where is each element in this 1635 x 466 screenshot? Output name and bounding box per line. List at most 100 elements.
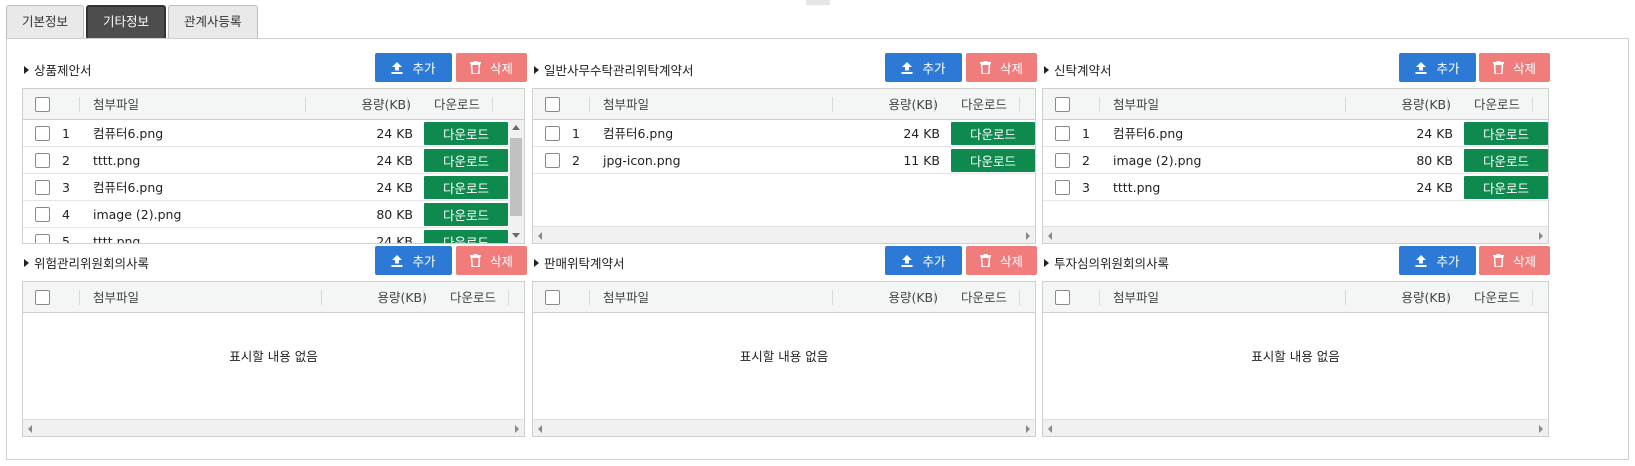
scroll-left-icon[interactable]: [28, 425, 32, 433]
header-divider: [508, 290, 509, 305]
header-download: 다운로드: [1474, 97, 1521, 112]
header-divider: [79, 97, 80, 112]
tab-basic-info[interactable]: 기본정보: [6, 5, 85, 38]
row-checkbox[interactable]: [1055, 126, 1070, 141]
file-grid: 첨부파일 용량(KB) 다운로드 표시할 내용 없음: [532, 281, 1036, 437]
row-checkbox[interactable]: [1055, 180, 1070, 195]
delete-button-label: 삭제: [489, 61, 513, 76]
panel-title-text: 위험관리위원회의사록: [34, 256, 150, 271]
row-checkbox[interactable]: [35, 126, 50, 141]
download-button[interactable]: 다운로드: [951, 149, 1035, 172]
select-all-checkbox[interactable]: [1055, 290, 1070, 305]
delete-button[interactable]: 삭제: [456, 246, 527, 275]
table-row[interactable]: 2 jpg-icon.png 11 KB 다운로드: [533, 147, 1035, 174]
add-button[interactable]: 추가: [375, 246, 452, 275]
delete-button[interactable]: 삭제: [456, 53, 527, 82]
horizontal-scrollbar[interactable]: [533, 419, 1035, 436]
add-button[interactable]: 추가: [885, 246, 962, 275]
download-button[interactable]: 다운로드: [424, 122, 508, 145]
table-row[interactable]: 5 tttt.png 24 KB 다운로드: [23, 228, 510, 244]
panel-product-proposal: 상품제안서 추가 삭제 첨부파일 용량(KB) 다운로드 1 컴퓨터6.png 24 KB 다운로…: [22, 53, 527, 245]
row-checkbox[interactable]: [35, 234, 50, 243]
download-button[interactable]: 다운로드: [1464, 122, 1548, 145]
trash-icon: [979, 254, 1000, 267]
header-divider: [321, 290, 322, 305]
scroll-left-icon[interactable]: [538, 425, 542, 433]
scroll-left-icon[interactable]: [1048, 232, 1052, 240]
add-button[interactable]: 추가: [1399, 53, 1476, 82]
scroll-thumb[interactable]: [510, 138, 522, 216]
scroll-left-icon[interactable]: [1048, 425, 1052, 433]
add-button[interactable]: 추가: [1399, 246, 1476, 275]
file-size: 80 KB: [376, 207, 413, 222]
horizontal-scrollbar[interactable]: [23, 419, 524, 436]
scroll-up-icon[interactable]: [512, 125, 520, 130]
header-file: 첨부파일: [603, 290, 650, 305]
table-row[interactable]: 2 image (2).png 80 KB 다운로드: [1043, 147, 1548, 174]
table-row[interactable]: 1 컴퓨터6.png 24 KB 다운로드: [533, 120, 1035, 147]
header-divider: [79, 290, 80, 305]
row-checkbox[interactable]: [35, 180, 50, 195]
row-checkbox[interactable]: [35, 207, 50, 222]
table-row[interactable]: 3 tttt.png 24 KB 다운로드: [1043, 174, 1548, 201]
file-size: 11 KB: [903, 153, 940, 168]
row-checkbox[interactable]: [1055, 153, 1070, 168]
download-button[interactable]: 다운로드: [424, 176, 508, 199]
table-row[interactable]: 1 컴퓨터6.png 24 KB 다운로드: [1043, 120, 1548, 147]
add-button[interactable]: 추가: [375, 53, 452, 82]
file-name: image (2).png: [93, 207, 182, 222]
download-button[interactable]: 다운로드: [951, 122, 1035, 145]
download-button[interactable]: 다운로드: [424, 149, 508, 172]
select-all-checkbox[interactable]: [35, 97, 50, 112]
tab-other-info[interactable]: 기타정보: [86, 5, 167, 38]
scroll-right-icon[interactable]: [1539, 425, 1543, 433]
table-row[interactable]: 2 tttt.png 24 KB 다운로드: [23, 147, 510, 174]
file-size: 24 KB: [903, 126, 940, 141]
row-checkbox[interactable]: [35, 153, 50, 168]
panel-title: 일반사무수탁관리위탁계약서: [534, 60, 694, 79]
table-row[interactable]: 4 image (2).png 80 KB 다운로드: [23, 201, 510, 228]
row-number: 2: [1082, 153, 1090, 168]
row-checkbox[interactable]: [545, 153, 560, 168]
horizontal-scrollbar[interactable]: [1043, 226, 1548, 243]
file-name: image (2).png: [1113, 153, 1202, 168]
vertical-scrollbar[interactable]: [508, 120, 524, 243]
add-button[interactable]: 추가: [885, 53, 962, 82]
select-all-checkbox[interactable]: [545, 290, 560, 305]
delete-button-label: 삭제: [1512, 61, 1536, 76]
panel-title: 위험관리위원회의사록: [24, 253, 149, 272]
scroll-left-icon[interactable]: [538, 232, 542, 240]
row-checkbox[interactable]: [545, 126, 560, 141]
file-size: 24 KB: [376, 126, 413, 141]
file-name: tttt.png: [93, 234, 141, 244]
select-all-checkbox[interactable]: [545, 97, 560, 112]
table-row[interactable]: 3 컴퓨터6.png 24 KB 다운로드: [23, 174, 510, 201]
delete-button[interactable]: 삭제: [1479, 246, 1550, 275]
scroll-down-icon[interactable]: [512, 233, 520, 238]
scroll-right-icon[interactable]: [1026, 232, 1030, 240]
horizontal-scrollbar[interactable]: [1043, 419, 1548, 436]
trash-icon: [979, 61, 1000, 74]
download-button[interactable]: 다운로드: [424, 203, 508, 226]
delete-button-label: 삭제: [489, 254, 513, 269]
header-size: 용량(KB): [1401, 97, 1451, 112]
tab-affiliate-registration[interactable]: 관계사등록: [168, 5, 258, 38]
scroll-right-icon[interactable]: [1026, 425, 1030, 433]
scroll-right-icon[interactable]: [515, 425, 519, 433]
select-all-checkbox[interactable]: [35, 290, 50, 305]
scroll-right-icon[interactable]: [1539, 232, 1543, 240]
delete-button[interactable]: 삭제: [966, 246, 1037, 275]
download-button[interactable]: 다운로드: [424, 230, 508, 243]
file-size: 24 KB: [376, 180, 413, 195]
select-all-checkbox[interactable]: [1055, 97, 1070, 112]
header-download: 다운로드: [961, 290, 1008, 305]
download-button[interactable]: 다운로드: [1464, 149, 1548, 172]
download-button[interactable]: 다운로드: [1464, 176, 1548, 199]
upload-icon: [391, 254, 412, 267]
header-divider: [589, 290, 590, 305]
delete-button[interactable]: 삭제: [966, 53, 1037, 82]
header-divider: [934, 290, 935, 305]
delete-button[interactable]: 삭제: [1479, 53, 1550, 82]
table-row[interactable]: 1 컴퓨터6.png 24 KB 다운로드: [23, 120, 510, 147]
horizontal-scrollbar[interactable]: [533, 226, 1035, 243]
